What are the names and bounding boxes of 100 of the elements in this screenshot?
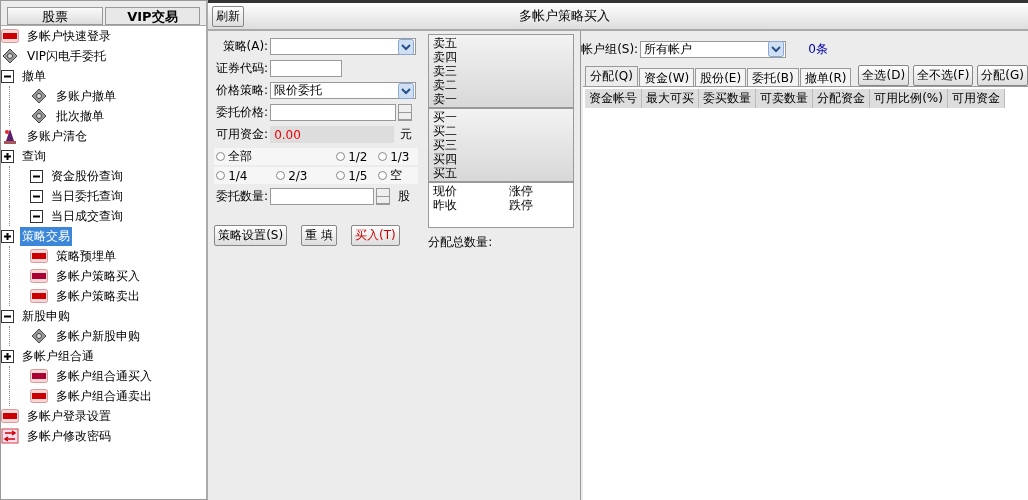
tree-item[interactable]: 多帐户组合通卖出 [54, 386, 154, 406]
ratio-radio[interactable]: 2/3 [274, 167, 335, 184]
input-field[interactable] [270, 60, 343, 77]
sell-badge-icon [30, 289, 48, 303]
field-label: 策略(A): [221, 38, 269, 55]
buy-badge-icon [30, 369, 48, 383]
refresh-button[interactable]: 刷新 [212, 5, 245, 27]
tree-item[interactable]: 撤单 [20, 66, 48, 86]
tree-item[interactable]: 当日委托查询 [49, 186, 125, 206]
tree-item[interactable]: 策略预埋单 [54, 246, 118, 266]
column-header[interactable]: 资金帐号 [585, 89, 643, 108]
column-header[interactable]: 可用资金 [947, 89, 1005, 108]
column-header[interactable]: 分配资金 [813, 89, 871, 108]
tree-item[interactable]: 多账户撤单 [54, 86, 118, 106]
sell-badge-icon [30, 389, 48, 403]
price-level-label: 卖一 [433, 92, 459, 106]
field-label: 委托数量: [215, 188, 269, 205]
ratio-radio[interactable]: 全部 [214, 148, 335, 165]
balance-value: 0.00 [270, 126, 395, 143]
ratio-radio[interactable]: 1/3 [376, 148, 419, 165]
count-label: 0条 [808, 40, 828, 58]
diamond-gear-icon [30, 88, 48, 104]
ratio-radio[interactable]: 空 [376, 167, 419, 184]
unit-label: 元 [400, 126, 413, 143]
price-level-label: 买四 [433, 152, 459, 166]
tab[interactable]: 撤单(R) [799, 68, 852, 86]
field-label: 委托价格: [215, 104, 269, 121]
diamond-gear-icon [30, 108, 48, 124]
sell-badge-icon [30, 249, 48, 263]
tab[interactable]: 资金(W) [638, 68, 695, 86]
tab[interactable]: 股份(E) [695, 68, 747, 86]
sell-badge-icon [1, 29, 19, 43]
column-header[interactable]: 可用比例(%) [870, 89, 948, 108]
tree-item[interactable]: 资金股份查询 [49, 166, 125, 186]
action-button[interactable]: 重 填 [301, 225, 337, 246]
dropdown[interactable]: 所有帐户 [640, 40, 787, 58]
tree-item[interactable]: 查询 [20, 146, 48, 166]
field-label: 帐户组(S): [581, 40, 639, 58]
price-level-label: 买三 [433, 138, 459, 152]
field-label: 证券代码: [215, 60, 269, 77]
swap-arrows-icon [1, 428, 19, 444]
tab[interactable]: 委托(B) [747, 68, 799, 86]
tree-item[interactable]: 策略交易 [20, 226, 72, 246]
ratio-radio[interactable]: 1/2 [334, 148, 377, 165]
dropdown-value: 限价委托 [274, 82, 323, 99]
tree-item[interactable]: 多帐户修改密码 [25, 426, 113, 446]
column-header[interactable]: 委买数量 [699, 89, 757, 108]
tree-item[interactable]: 批次撤单 [54, 106, 106, 126]
price-level-label: 卖二 [433, 78, 459, 92]
stat-label: 涨停 [509, 184, 535, 198]
action-button[interactable]: 全选(D) [858, 65, 910, 86]
input-field[interactable] [270, 188, 375, 205]
buy-badge-icon [30, 269, 48, 283]
window-title: 多帐户策略买入 [517, 7, 611, 25]
action-button[interactable]: 策略设置(S) [214, 225, 288, 246]
tree-item[interactable]: 多帐户策略买入 [54, 266, 142, 286]
spin-button[interactable] [376, 188, 391, 205]
tree-item[interactable]: 多帐户登录设置 [25, 406, 113, 426]
collapse-box-icon [30, 209, 43, 223]
tree-item[interactable]: 多帐户策略卖出 [54, 286, 142, 306]
sidebar-tab[interactable]: VIP交易 [104, 7, 201, 25]
diamond-gear-icon [30, 328, 48, 344]
collapse-box-icon [30, 169, 43, 183]
column-header[interactable]: 最大可买 [642, 89, 700, 108]
tree-item[interactable]: 新股申购 [20, 306, 72, 326]
column-header[interactable]: 可卖数量 [756, 89, 814, 108]
field-label: 价格策略: [215, 82, 269, 99]
dropdown-value: 所有帐户 [644, 40, 693, 58]
stat-label: 跌停 [509, 198, 535, 212]
price-level-label: 卖三 [433, 64, 459, 78]
tree-item[interactable]: VIP闪电手委托 [25, 46, 108, 66]
tree-item[interactable]: 多帐户快速登录 [25, 26, 113, 46]
buy-button[interactable]: 买入(T) [350, 225, 400, 246]
input-field[interactable] [270, 104, 397, 121]
chevron-down-icon[interactable] [398, 38, 415, 55]
ratio-radio[interactable]: 1/4 [214, 167, 275, 184]
price-level-label: 买五 [433, 166, 459, 180]
price-level-label: 卖五 [433, 36, 459, 50]
stat-label: 昨收 [433, 198, 459, 212]
sell-badge-icon [1, 409, 19, 423]
dropdown[interactable]: 限价委托 [270, 82, 417, 99]
action-button[interactable]: 分配(G) [977, 65, 1028, 86]
spin-button[interactable] [398, 104, 413, 121]
price-level-label: 卖四 [433, 50, 459, 64]
collapse-box-icon [30, 189, 43, 203]
tree-item[interactable]: 多帐户组合通买入 [54, 366, 154, 386]
action-button[interactable]: 全不选(F) [913, 65, 974, 86]
chevron-down-icon[interactable] [398, 82, 415, 99]
tree-item[interactable]: 多帐户组合通 [20, 346, 96, 366]
tree-item[interactable]: 多帐户新股申购 [54, 326, 142, 346]
wizard-icon [1, 127, 19, 145]
tree-item[interactable]: 当日成交查询 [49, 206, 125, 226]
sidebar-tab[interactable]: 股票 [7, 7, 103, 25]
unit-label: 股 [398, 188, 411, 205]
price-level-label: 买一 [433, 110, 459, 124]
chevron-down-icon[interactable] [768, 41, 785, 57]
ratio-radio[interactable]: 1/5 [334, 167, 377, 184]
stat-label: 现价 [433, 184, 459, 198]
tree-item[interactable]: 多账户清仓 [25, 126, 89, 146]
tab[interactable]: 分配(Q) [585, 66, 638, 86]
